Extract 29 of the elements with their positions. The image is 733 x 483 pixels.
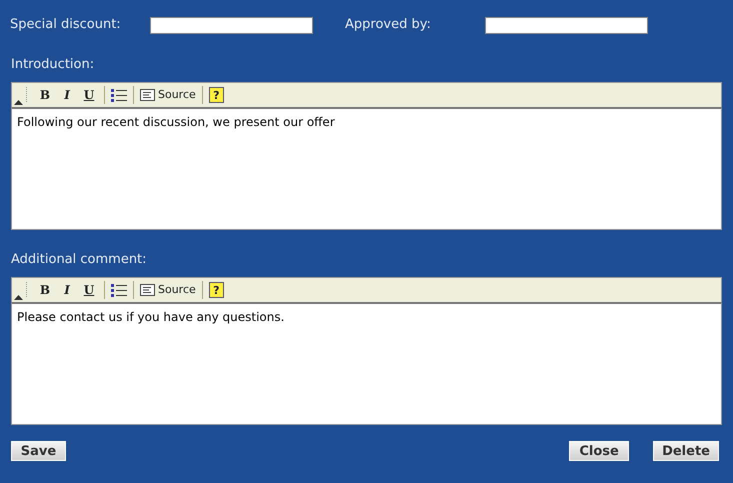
document-icon [140,284,155,296]
italic-button[interactable]: I [56,86,78,104]
rich-text-area[interactable]: Following our recent discussion, we present our offer [11,107,722,230]
bullet-list-icon [111,283,127,297]
save-button[interactable]: Save [11,441,66,461]
help-button[interactable]: ? [208,282,224,298]
field-label: Special discount: [10,16,122,34]
delete-button[interactable]: Delete [653,441,719,461]
rich-text-area[interactable]: Please contact us if you have any questions. [11,302,722,425]
underline-button[interactable]: U [78,86,100,104]
document-icon [140,89,155,101]
editor-label: Additional comment: [11,251,148,269]
help-button[interactable]: ? [208,87,224,103]
bold-button[interactable]: B [34,86,56,104]
collapse-icon [14,100,23,105]
text-field[interactable] [150,16,313,34]
collapse-icon [14,295,23,300]
text-field[interactable] [485,16,648,34]
bullet-list-button[interactable] [109,86,129,104]
field-label: Approved by: [345,16,432,34]
underline-button[interactable]: U [78,281,100,299]
bold-button[interactable]: B [34,281,56,299]
source-button[interactable]: Source [138,282,198,298]
close-button[interactable]: Close [569,441,630,461]
bullet-list-button[interactable] [109,281,129,299]
bullet-list-icon [111,88,127,102]
source-button[interactable]: Source [138,86,198,104]
italic-button[interactable]: I [56,281,78,299]
editor-label: Introduction: [11,56,96,74]
